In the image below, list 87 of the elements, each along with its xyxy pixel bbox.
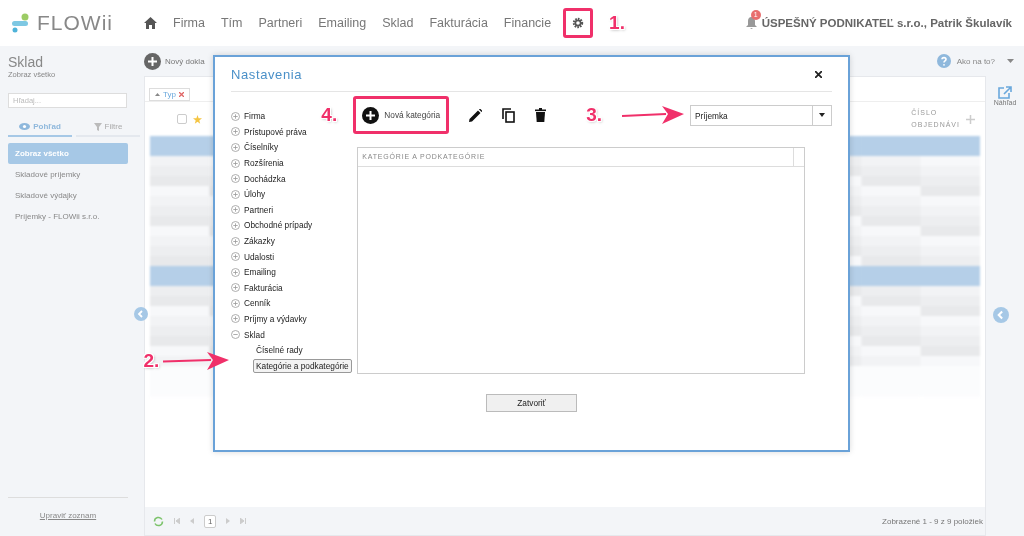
nav-link[interactable]: Sklad	[382, 16, 414, 30]
tree-item[interactable]: Zákazky	[244, 236, 275, 246]
sidebar-title: Sklad	[8, 54, 45, 70]
nav-link[interactable]: Financie	[503, 16, 552, 30]
home-icon[interactable]	[144, 17, 157, 29]
plus-circle-icon[interactable]	[231, 314, 240, 324]
page-number[interactable]: 1	[204, 514, 217, 528]
step-number: 3.	[586, 104, 602, 127]
plus-circle-icon[interactable]	[231, 205, 240, 215]
nav-link[interactable]: Partneri	[258, 16, 303, 30]
plus-circle-icon[interactable]	[231, 236, 240, 246]
nav-link[interactable]: Firma	[173, 16, 205, 30]
filter-icon	[93, 122, 102, 131]
plus-circle-icon[interactable]	[231, 158, 240, 168]
plus-circle-icon[interactable]	[231, 174, 240, 184]
dialog-title: Nastavenia	[231, 66, 303, 82]
refresh-icon[interactable]	[153, 515, 164, 527]
tree-item[interactable]: Fakturácia	[244, 282, 283, 293]
pencil-icon[interactable]	[469, 108, 483, 122]
star-icon[interactable]	[193, 114, 202, 124]
tree-item[interactable]: Rozšírenia	[244, 158, 284, 169]
collapse-right-icon[interactable]	[993, 307, 1009, 323]
plus-circle-icon[interactable]	[231, 252, 240, 262]
caret-icon	[819, 113, 825, 118]
edit-list-link[interactable]: Upraviť zoznam	[39, 511, 97, 520]
help-icon[interactable]	[936, 54, 951, 68]
nav-link[interactable]: Emailing	[318, 16, 367, 30]
plus-circle-icon	[144, 52, 161, 70]
tree-item[interactable]: Obchodné prípady	[244, 220, 313, 231]
minus-circle-icon[interactable]	[231, 330, 240, 340]
next-page-icon[interactable]	[226, 518, 231, 524]
settings-button[interactable]	[563, 8, 594, 38]
nav-link[interactable]: Fakturácia	[429, 16, 488, 30]
tree-item[interactable]: Číselníky	[244, 142, 279, 153]
collapse-left-icon[interactable]	[134, 307, 148, 321]
tree-item[interactable]: Udalosti	[244, 251, 274, 262]
tree-item[interactable]: Firma	[244, 111, 266, 122]
step-number: 1.	[609, 12, 625, 34]
caret-icon[interactable]	[1007, 59, 1014, 63]
sidebar-item[interactable]: Skladové príjemky	[8, 164, 128, 185]
close-icon[interactable]	[815, 70, 822, 78]
trash-icon[interactable]	[535, 108, 547, 123]
tree-item[interactable]: Prístupové práva	[244, 126, 307, 137]
plus-circle-icon[interactable]	[231, 111, 240, 121]
sidebar-item[interactable]: Skladové výdajky	[8, 185, 128, 206]
tree-item[interactable]: Kategórie a podkategórie	[253, 358, 352, 373]
step-number: 4.	[321, 104, 338, 127]
bell-icon[interactable]	[745, 17, 757, 29]
tree-item[interactable]: Číselné rady	[256, 345, 303, 356]
tree-item[interactable]: Cenník	[244, 298, 271, 309]
tree-item[interactable]: Príjmy a výdavky	[244, 314, 307, 324]
first-page-icon[interactable]	[174, 518, 180, 524]
sort-up-icon	[155, 93, 160, 96]
plus-circle-icon[interactable]	[231, 283, 240, 293]
step-number: 2.	[143, 349, 160, 372]
eye-icon	[19, 123, 31, 130]
new-document-button[interactable]: Nový dokla	[144, 52, 205, 70]
plus-circle-icon[interactable]	[231, 298, 240, 308]
tree-item[interactable]: Úlohy	[244, 189, 266, 200]
plus-circle-icon	[362, 106, 380, 124]
tree-item[interactable]: Sklad	[244, 329, 265, 340]
plus-circle-icon[interactable]	[231, 267, 240, 277]
plus-icon[interactable]	[966, 114, 975, 124]
tree-item[interactable]: Dochádzka	[244, 173, 286, 184]
previous-page-icon[interactable]	[190, 518, 194, 524]
type-select[interactable]: Príjemka	[690, 104, 832, 126]
pagination-status: Zobrazené 1 - 9 z 9 položiek	[882, 516, 983, 526]
external-link-icon	[998, 86, 1012, 99]
tree-item[interactable]: Emailing	[244, 267, 276, 278]
arrow	[163, 351, 230, 370]
plus-circle-icon[interactable]	[231, 127, 240, 137]
checkbox[interactable]	[177, 114, 187, 124]
nav-link[interactable]: Tím	[220, 16, 243, 30]
tree-item[interactable]: Partneri	[244, 204, 274, 215]
new-category-button[interactable]: Nová kategória	[353, 96, 450, 135]
plus-circle-icon[interactable]	[231, 189, 240, 199]
last-page-icon[interactable]	[240, 518, 247, 524]
user-name[interactable]: ÚSPEŠNÝ PODNIKATEĽ s.r.o., Patrik Škulavík	[761, 17, 1012, 29]
plus-circle-icon[interactable]	[231, 142, 240, 152]
close-button[interactable]: Zatvoriť	[486, 394, 577, 413]
plus-circle-icon[interactable]	[231, 220, 240, 230]
logo-text: FLOWii	[37, 11, 113, 35]
gear-icon	[572, 17, 585, 29]
arrow	[622, 106, 684, 125]
copy-icon[interactable]	[502, 107, 516, 123]
sidebar-item[interactable]: Príjemky - FLOWii s.r.o.	[8, 206, 128, 227]
help-link[interactable]: Ako na to?	[956, 56, 995, 66]
